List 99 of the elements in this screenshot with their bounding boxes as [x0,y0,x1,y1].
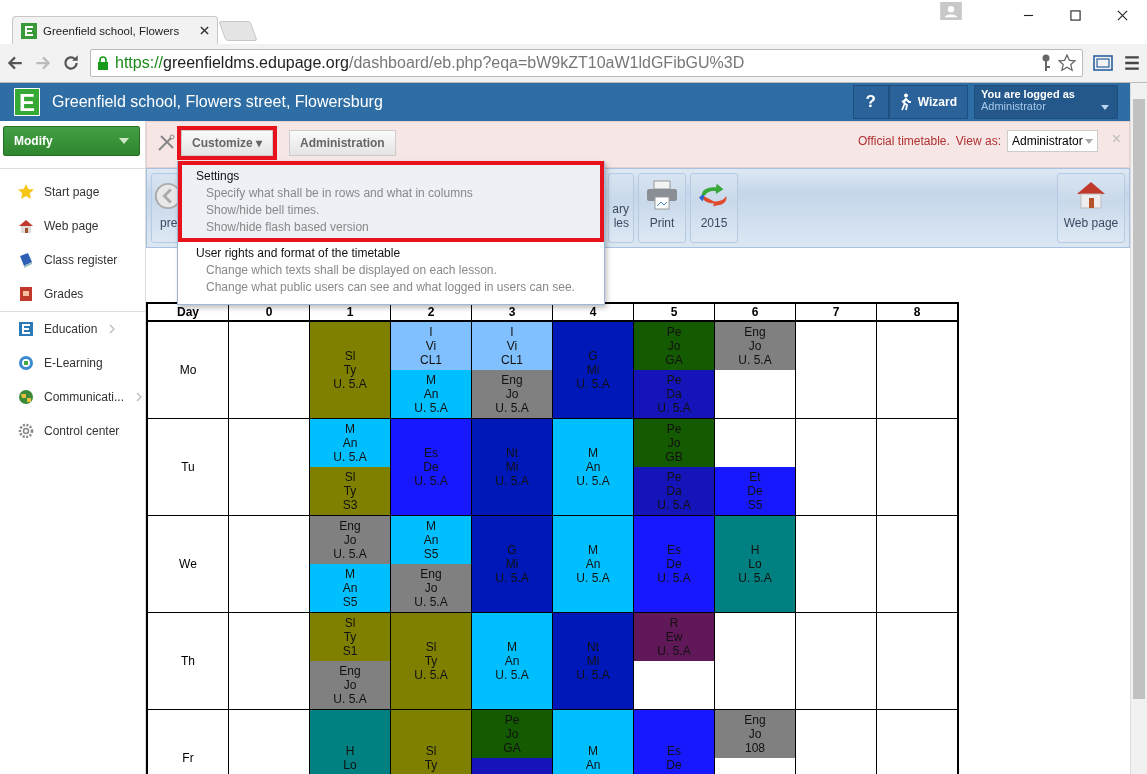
column-header: 3 [508,305,516,319]
house-icon [18,218,34,234]
close-icon[interactable] [1117,10,1128,21]
menu-icon[interactable] [1123,54,1141,72]
lesson-block[interactable]: M An S5 [391,516,471,564]
timetable-status: Official timetable. [858,134,950,148]
toolbar-button[interactable]: ary les [608,173,634,243]
close-icon[interactable] [200,26,209,35]
sidebar-item[interactable]: Control center [0,414,145,448]
lesson-block[interactable]: M An U. 5.A [310,419,390,467]
column-header: 2 [427,305,435,319]
column-header: 5 [670,305,678,319]
wizard-button[interactable]: Wizard [888,85,968,119]
lesson-block[interactable]: Eng Jo 108 [715,710,795,758]
login-caption: You are logged as [981,88,1075,100]
printer-icon [646,180,678,210]
lesson-block[interactable]: M An [553,710,633,774]
lesson-block[interactable]: Sl Ty S3 [310,467,390,515]
menu-item-description: Change what public users can see and what logged in users can see. [205,279,576,296]
sidebar-item[interactable]: Class register [0,243,145,277]
reload-icon[interactable] [62,54,80,72]
menu-item-description: Show/hide bell times. [205,202,321,219]
day-label: We [179,557,197,571]
menu-item-description: Specify what shall be in rows and what in columns [205,185,474,202]
house-icon [1075,180,1107,210]
lesson-block[interactable]: Eng Jo U. 5.A [472,370,552,418]
scrollbar[interactable] [1130,83,1147,774]
maximize-icon[interactable] [1070,10,1081,21]
lesson-block[interactable]: Eng Jo U. 5.A [391,564,471,612]
star-icon [18,184,34,200]
tools-icon [157,134,175,152]
menu-item-description: Show/hide flash based version [205,219,370,236]
school-title: Greenfield school, Flowers street, Flowersburg [52,93,384,111]
lock-icon [97,56,109,70]
view-as-select[interactable]: Administrator [1006,130,1098,152]
lesson-block[interactable]: Eng Jo U. 5.A [310,661,390,709]
column-header: 4 [589,305,597,319]
column-header: 1 [346,305,354,319]
day-label: Th [181,654,195,668]
sidebar-item[interactable]: E-Learning [0,346,145,380]
day-label: Tu [181,460,195,474]
toolbar-button[interactable]: pre [151,173,179,243]
lesson-block[interactable]: Eng Jo U. 5.A [715,322,795,370]
administration-button[interactable]: Administration [289,130,396,156]
column-header: Day [177,305,199,319]
day-label: Mo [179,363,197,377]
globe-icon [18,389,34,405]
menu-item-title: User rights and format of the timetable [196,245,402,262]
toolbar-button[interactable]: Web page [1057,173,1125,243]
caret-icon [1101,105,1109,110]
lesson-block[interactable]: M An U. 5.A [391,370,471,418]
lesson-block[interactable]: Eng Jo U. 5.A [310,516,390,564]
caret-icon [1084,138,1093,144]
modify-button[interactable]: Modify [3,126,140,156]
cast-icon[interactable] [1093,54,1113,72]
day-label: Fr [182,751,194,765]
lesson-block[interactable]: H Lo [310,710,390,774]
sidebar-item[interactable]: Web page [0,209,145,243]
toolbar-button[interactable]: Print [638,173,686,243]
lesson-block[interactable]: M An U. 5.A [553,419,633,515]
lesson-block[interactable]: M An S5 [310,564,390,612]
menu-item[interactable]: User rights and format of the timetable Change which texts shall be displayed on each lesson. Change what public users can see and what logged in users can see. [182,242,600,298]
lesson-block[interactable]: Sl Ty U. 5.A [391,613,471,709]
lesson-block[interactable]: M An U. 5.A [472,613,552,709]
sidebar-item[interactable]: Communicati... [0,380,145,414]
key-icon[interactable] [1040,54,1052,72]
school-logo[interactable]: E [14,88,40,116]
user-name: Administrator [981,100,1046,112]
lesson-block[interactable]: I Vi CL1 [472,322,552,370]
elearning-icon [18,355,34,371]
help-button[interactable]: ? [852,85,889,119]
column-header: 6 [751,305,759,319]
lesson-block[interactable]: M An U. 5.A [553,516,633,612]
star-icon[interactable] [1058,54,1076,72]
education-icon [18,321,34,337]
sidebar-item[interactable]: Grades [0,277,145,311]
toolbar-button[interactable]: 2015 [690,173,738,243]
sidebar-item[interactable]: Education [0,312,145,346]
book-icon [18,252,34,268]
sidebar-item[interactable]: Start page [0,175,145,209]
e-logo-icon [21,22,37,39]
lesson-block[interactable]: Sl Ty U. 5.A [310,322,390,418]
walking-person-icon [899,93,912,111]
lesson-block[interactable]: H Lo U. 5.A [715,516,795,612]
gear-icon [18,423,34,439]
user-menu[interactable]: You are logged as Administrator [974,85,1118,119]
lesson-block[interactable]: Sl Ty S1 [310,613,390,661]
menu-item-title: Settings [196,168,241,185]
menu-item-description: Change which texts shall be displayed on each lesson. [205,262,498,279]
lesson-block[interactable]: I Vi CL1 [391,322,471,370]
view-as-label: View as: [955,134,1001,148]
column-header: 0 [265,305,273,319]
column-header: 7 [832,305,840,319]
column-header: 8 [913,305,921,319]
grades-icon [18,286,34,302]
lesson-block[interactable]: Sl Ty [391,710,471,774]
back-arrow-icon[interactable] [6,54,24,72]
caret-icon [119,138,129,144]
browser-tab[interactable]: Greenfield school, Flowers [12,16,218,44]
